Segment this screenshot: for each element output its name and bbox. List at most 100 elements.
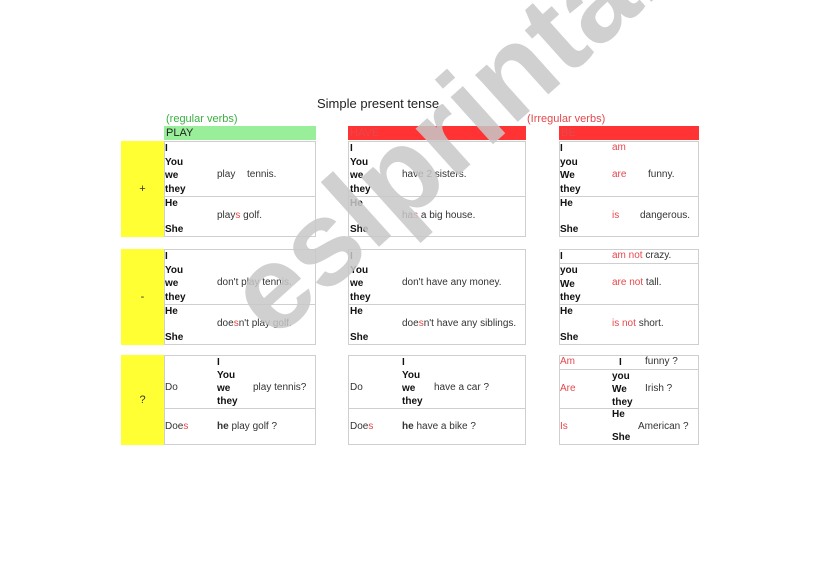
pronoun-list: I You we they	[165, 142, 186, 196]
pronoun: they	[165, 183, 186, 195]
pronoun: I	[402, 357, 405, 368]
verb-base: play	[217, 210, 236, 221]
verb-are-not: are not	[612, 277, 644, 288]
play-q-row1: Do I You we they play tennis?	[165, 356, 315, 409]
question-label: ?	[139, 394, 146, 406]
adjective: short.	[638, 318, 664, 329]
play-negative-block: I You we they don't play tennis. He She …	[164, 249, 316, 345]
rest: play golf ?	[231, 421, 278, 432]
adjective: American ?	[638, 421, 689, 432]
verb-are: Are	[560, 383, 576, 394]
pronoun: we	[165, 278, 179, 289]
be-neg-row-you: you We they are not tall.	[560, 264, 698, 305]
play-question-block: Do I You we they play tennis? Does he pl…	[164, 355, 316, 445]
play-pos-row2: He She plays golf.	[165, 197, 315, 237]
adjective: Irish ?	[645, 383, 673, 394]
rest: play tennis?	[253, 382, 307, 393]
side-positive: +	[121, 141, 164, 237]
pronoun: She	[350, 224, 369, 235]
verb-is: Is	[560, 421, 568, 432]
be-positive-block: I you We they am are funny. He She is da…	[559, 141, 699, 237]
have-question-block: Do I You we they have a car ? Does he ha…	[348, 355, 526, 445]
verb-is-not: is not	[612, 318, 636, 329]
be-q-row-are: Are you We they Irish ?	[560, 370, 698, 409]
aux-base: doe	[402, 318, 419, 329]
play-neg-row1: I You we they don't play tennis.	[165, 250, 315, 305]
pronoun: they	[350, 183, 371, 195]
aux-do: Do	[350, 382, 363, 393]
adjective: funny ?	[645, 356, 678, 367]
pronoun: You	[350, 264, 369, 276]
pronoun: He	[165, 306, 178, 317]
pronoun: I	[560, 143, 563, 154]
pronoun-list: I You we they	[350, 250, 371, 304]
pronoun: She	[612, 432, 631, 443]
adjective: tall.	[645, 277, 662, 288]
negative-label: -	[140, 291, 145, 303]
sentence: don't play tennis.	[217, 277, 292, 288]
rest: have a car ?	[434, 382, 490, 393]
play-neg-row2: He She doesn't play golf.	[165, 305, 315, 345]
regular-verbs-note: (regular verbs)	[166, 113, 238, 125]
aux-base: Doe	[165, 421, 184, 432]
pronoun: He	[612, 409, 625, 420]
sentence: has a big house.	[402, 210, 475, 221]
have-positive-block: I You we they have 2 sisters. He She has…	[348, 141, 526, 237]
sentence: doesn't have any siblings.	[402, 318, 516, 329]
verb-are: are	[612, 169, 627, 180]
pronoun: I	[350, 143, 353, 154]
pronoun: We	[612, 384, 627, 395]
have-pos-row2: He She has a big house.	[349, 197, 525, 237]
adjective: crazy.	[645, 250, 672, 261]
play-pos-row1: I You we they play tennis.	[165, 142, 315, 197]
pronoun: we	[217, 383, 231, 394]
aux-does: Does	[165, 421, 188, 432]
side-negative: -	[121, 249, 164, 345]
pronoun: She	[560, 224, 579, 235]
pronoun: they	[560, 292, 581, 303]
pronoun: I	[619, 357, 622, 368]
pronoun: we	[350, 170, 364, 181]
verb-is: is	[612, 210, 620, 221]
pronoun: She	[165, 332, 184, 343]
be-pos-row1: I you We they am are funny.	[560, 142, 698, 197]
sentence: plays golf.	[217, 210, 262, 221]
pronoun: you	[560, 156, 578, 168]
pronoun-list: I You we they	[350, 142, 371, 196]
pronoun: I	[165, 251, 168, 262]
aux-suffix: s	[183, 421, 189, 432]
sentence: he have a bike ?	[402, 421, 476, 432]
be-q-row-is: Is He She American ?	[560, 409, 698, 444]
pronoun: I	[217, 357, 220, 368]
irregular-verbs-note: (Irregular verbs)	[527, 113, 606, 125]
have-neg-row1: I You we they don't have any money.	[349, 250, 525, 305]
sentence: are not tall.	[612, 277, 661, 288]
pronoun: He	[560, 198, 573, 209]
pronoun-list: I You we they	[402, 356, 423, 408]
be-negative-block: I am not crazy. you We they are not tall…	[559, 249, 699, 345]
pronoun: He	[165, 198, 178, 209]
pronoun: You	[165, 264, 184, 276]
verb-am-not: am not	[612, 250, 643, 261]
pronoun-list: I you We they	[560, 142, 581, 196]
have-q-row1: Do I You we they have a car ?	[349, 356, 525, 409]
pronoun: they	[217, 396, 238, 407]
be-neg-row-i: I am not crazy.	[560, 250, 698, 264]
pronoun-list: you We they	[612, 370, 633, 409]
pronoun-list: you We they	[560, 264, 581, 305]
sentence: doesn't play golf.	[217, 318, 292, 329]
rest: n't play golf.	[238, 318, 292, 329]
verb-base: ha	[402, 210, 414, 221]
pronoun: they	[560, 183, 581, 195]
pronoun: You	[350, 156, 369, 168]
positive-label: +	[139, 183, 146, 195]
pronoun: I	[560, 251, 563, 262]
pronoun: He	[350, 198, 363, 209]
pronoun: they	[165, 291, 186, 303]
be-q-row-am: Am I funny ?	[560, 356, 698, 370]
aux-suffix: s	[368, 421, 374, 432]
adjective: funny.	[648, 169, 675, 180]
pronoun: you	[612, 371, 630, 382]
verb-am: am	[612, 142, 626, 153]
be-neg-row-he: He She is not short.	[560, 305, 698, 345]
